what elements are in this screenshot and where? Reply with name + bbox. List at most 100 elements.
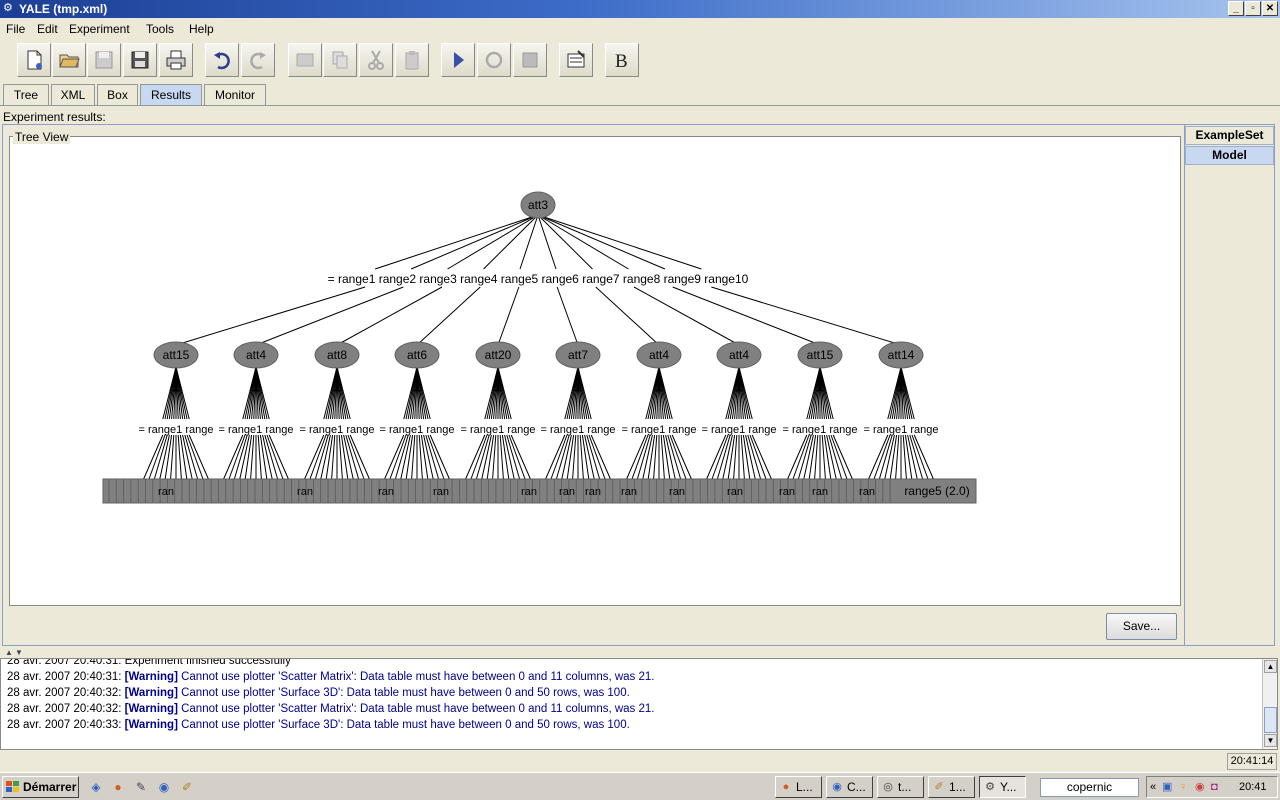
- menu-file[interactable]: File: [6, 22, 25, 36]
- save-icon: [95, 51, 113, 69]
- task-button[interactable]: ✐ 1...: [928, 776, 975, 798]
- split-divider[interactable]: ▲ ▼: [0, 648, 1280, 658]
- message-log[interactable]: 28 avr. 2007 20:40:31: Experiment finish…: [0, 658, 1278, 750]
- task-button[interactable]: ● L...: [775, 776, 822, 798]
- tree-edge: [266, 434, 284, 480]
- tree-edge: [429, 434, 450, 480]
- menu-tools[interactable]: Tools: [146, 22, 174, 36]
- b-button[interactable]: B: [605, 43, 639, 77]
- explorer-icon[interactable]: ◈: [88, 779, 104, 795]
- edge-labels-level2: = range1 range: [380, 424, 455, 436]
- paste-icon: [405, 51, 419, 70]
- start-button[interactable]: Démarrer: [2, 776, 79, 798]
- tree-edge: [143, 434, 164, 480]
- copernic-search-field[interactable]: copernic: [1040, 778, 1139, 797]
- side-tab-model[interactable]: Model: [1185, 146, 1274, 165]
- menu-edit[interactable]: Edit: [37, 22, 58, 36]
- save-results-button[interactable]: Save...: [1106, 613, 1177, 640]
- app-icon: ⚙: [3, 2, 13, 14]
- scroll-down-icon[interactable]: ▼: [1264, 734, 1277, 747]
- app-icon: ◉: [832, 781, 842, 793]
- task-button[interactable]: ◎ t...: [877, 776, 924, 798]
- tree-edge: [188, 434, 209, 480]
- minimize-button[interactable]: _: [1228, 1, 1244, 16]
- collapse-down-icon[interactable]: ▼: [15, 648, 23, 657]
- resume-button[interactable]: [477, 43, 511, 77]
- print-button[interactable]: [159, 43, 193, 77]
- tree-edge: [374, 214, 539, 270]
- tree-view[interactable]: Tree View = range1 range2 range3 range4 …: [9, 130, 1181, 606]
- save-button[interactable]: [87, 43, 121, 77]
- browser-icon[interactable]: ◉: [156, 779, 172, 795]
- undo-button[interactable]: [205, 43, 239, 77]
- tree-edge: [913, 434, 934, 480]
- wizard-button[interactable]: [559, 43, 593, 77]
- redo-icon: [250, 52, 266, 70]
- tree-edge: [711, 434, 729, 480]
- task-button-yale[interactable]: ⚙ Y...: [979, 776, 1026, 798]
- edge-labels-level2: = range1 range: [864, 424, 939, 436]
- tree-edge: [470, 434, 488, 480]
- tree-edge: [873, 434, 891, 480]
- log-line: 28 avr. 2007 20:40:33: [Warning] Cannot …: [7, 719, 630, 731]
- task-button[interactable]: ◉ C...: [826, 776, 873, 798]
- tab-xml[interactable]: XML: [51, 84, 95, 105]
- leaf-label: ran: [621, 486, 637, 498]
- tree-edge: [631, 434, 649, 480]
- run-button[interactable]: [441, 43, 475, 77]
- cut-button[interactable]: [359, 43, 393, 77]
- edge-labels-level2: = range1 range: [300, 424, 375, 436]
- tree-edge: [545, 434, 566, 480]
- firefox-icon[interactable]: ●: [110, 779, 126, 795]
- tree-edge: [711, 286, 902, 346]
- tree-edge: [706, 434, 727, 480]
- tab-box[interactable]: Box: [97, 84, 138, 105]
- decision-tree-graph: = range1 range2 range3 range4 range5 ran…: [102, 191, 977, 504]
- tab-monitor[interactable]: Monitor: [204, 84, 266, 105]
- redo-button[interactable]: [241, 43, 275, 77]
- tree-edge: [519, 214, 539, 270]
- tree-edge: [410, 214, 539, 270]
- tree-edge: [465, 434, 486, 480]
- tree-node-label: att4: [246, 348, 266, 362]
- notes-icon[interactable]: ✐: [179, 779, 195, 795]
- tree-edge: [228, 434, 246, 480]
- tree-edge: [669, 434, 687, 480]
- leaf-label: ran: [378, 486, 394, 498]
- menu-experiment[interactable]: Experiment: [69, 22, 130, 36]
- stop-button[interactable]: [513, 43, 547, 77]
- scroll-thumb[interactable]: [1264, 707, 1277, 733]
- result-side-tabs: ExampleSet Model: [1184, 124, 1275, 646]
- tray-app-icon[interactable]: ◘: [1211, 779, 1218, 795]
- tray-expand-icon[interactable]: «: [1150, 779, 1156, 795]
- tab-tree[interactable]: Tree: [3, 84, 49, 105]
- tray-antivirus-icon[interactable]: ◉: [1195, 779, 1205, 795]
- close-button[interactable]: ✕: [1262, 1, 1278, 16]
- tray-bulb-icon[interactable]: ♀: [1179, 779, 1187, 795]
- taskbar: Démarrer ◈ ● ✎ ◉ ✐ ● L... ◉ C... ◎ t... ✐ 1.…: [0, 772, 1280, 800]
- tool1-button[interactable]: [288, 43, 322, 77]
- paste-button[interactable]: [395, 43, 429, 77]
- copy-button[interactable]: [323, 43, 357, 77]
- collapse-up-icon[interactable]: ▲: [5, 648, 13, 657]
- log-scrollbar[interactable]: ▲ ▼: [1262, 659, 1277, 749]
- new-button[interactable]: [17, 43, 51, 77]
- scroll-up-icon[interactable]: ▲: [1264, 660, 1277, 673]
- tree-edge: [483, 214, 539, 270]
- tab-results[interactable]: Results: [140, 84, 202, 106]
- tree-edge: [255, 286, 404, 346]
- tree-node-label: att3: [528, 198, 548, 212]
- leaf-label: ran: [559, 486, 575, 498]
- menu-help[interactable]: Help: [189, 22, 214, 36]
- tree-edge: [497, 286, 520, 346]
- tray-network-icon[interactable]: ▣: [1162, 779, 1172, 795]
- tree-edge: [537, 214, 557, 270]
- tree-edge: [186, 434, 204, 480]
- side-tab-exampleset[interactable]: ExampleSet: [1185, 126, 1274, 145]
- run-icon: [454, 52, 464, 68]
- maximize-button[interactable]: ▫: [1245, 1, 1261, 16]
- open-button[interactable]: [52, 43, 86, 77]
- leaf-label: ran: [727, 486, 743, 498]
- save-as-button[interactable]: [123, 43, 157, 77]
- tool-icon[interactable]: ✎: [133, 779, 149, 795]
